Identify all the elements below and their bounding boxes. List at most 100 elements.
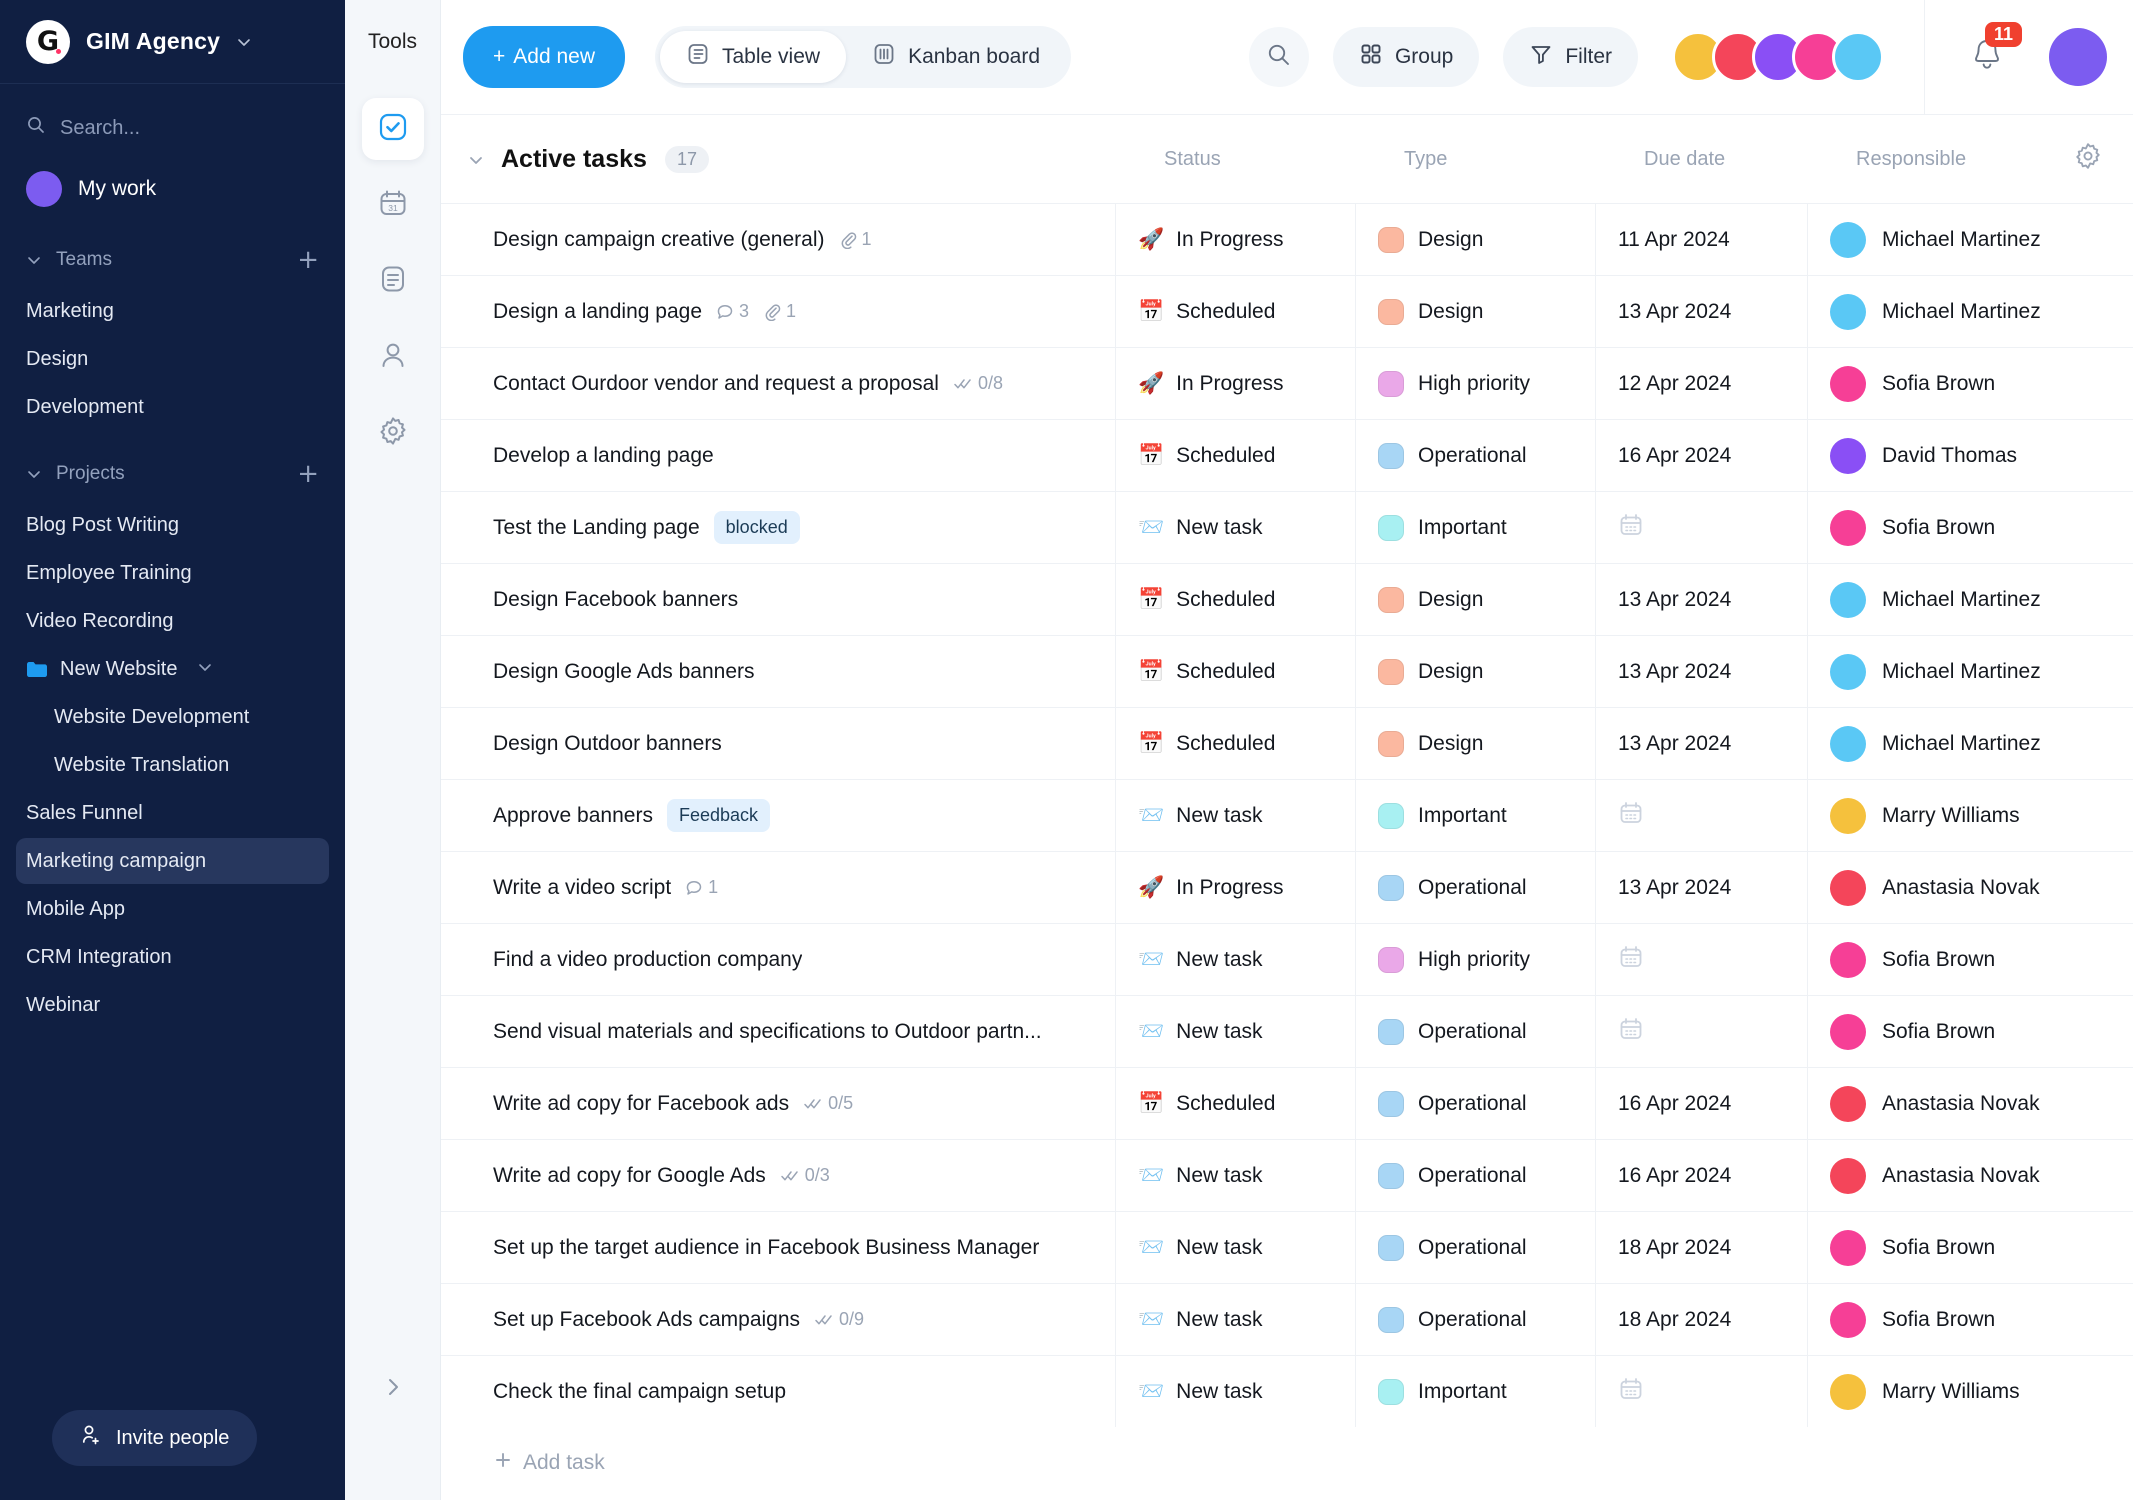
cell-task-name[interactable]: Write ad copy for Facebook ads 0/5 — [441, 1068, 1116, 1139]
sidebar-group-teams[interactable]: Teams + — [0, 234, 345, 286]
cell-responsible[interactable]: Michael Martinez — [1808, 204, 2133, 275]
sidebar-item-team[interactable]: Design — [16, 336, 329, 382]
table-row[interactable]: Design Google Ads banners 📅 Scheduled Desig… — [441, 635, 2133, 707]
table-row[interactable]: Contact Ourdoor vendor and request a pro… — [441, 347, 2133, 419]
cell-responsible[interactable]: Sofia Brown — [1808, 996, 2133, 1067]
cell-task-name[interactable]: Contact Ourdoor vendor and request a pro… — [441, 348, 1116, 419]
cell-responsible[interactable]: Michael Martinez — [1808, 636, 2133, 707]
cell-task-name[interactable]: Set up the target audience in Facebook B… — [441, 1212, 1116, 1283]
cell-type[interactable]: Design — [1356, 708, 1596, 779]
table-row[interactable]: Write ad copy for Google Ads 0/3 📨 New task… — [441, 1139, 2133, 1211]
cell-task-name[interactable]: Approve banners Feedback — [441, 780, 1116, 851]
cell-type[interactable]: Important — [1356, 1356, 1596, 1427]
cell-status[interactable]: 🚀 In Progress — [1116, 204, 1356, 275]
cell-due-date[interactable]: 13 Apr 2024 — [1596, 564, 1808, 635]
cell-responsible[interactable]: Sofia Brown — [1808, 1284, 2133, 1355]
table-row[interactable]: Set up the target audience in Facebook B… — [441, 1211, 2133, 1283]
sidebar-item-project[interactable]: Employee Training — [16, 550, 329, 596]
cell-responsible[interactable]: Michael Martinez — [1808, 276, 2133, 347]
cell-status[interactable]: 📅 Scheduled — [1116, 708, 1356, 779]
cell-due-date[interactable] — [1596, 780, 1808, 851]
rail-item-settings[interactable] — [362, 402, 424, 464]
table-row[interactable]: Send visual materials and specifications… — [441, 995, 2133, 1067]
cell-due-date[interactable] — [1596, 924, 1808, 995]
tab-kanban-board[interactable]: Kanban board — [846, 31, 1066, 83]
cell-task-name[interactable]: Set up Facebook Ads campaigns 0/9 — [441, 1284, 1116, 1355]
task-tag[interactable]: blocked — [713, 511, 800, 544]
cell-type[interactable]: Operational — [1356, 1284, 1596, 1355]
cell-status[interactable]: 📅 Scheduled — [1116, 276, 1356, 347]
table-row[interactable]: Design campaign creative (general) 1 🚀 In P… — [441, 203, 2133, 275]
table-row[interactable]: Develop a landing page 📅 Scheduled Operatio… — [441, 419, 2133, 491]
cell-type[interactable]: High priority — [1356, 924, 1596, 995]
table-row[interactable]: Write ad copy for Facebook ads 0/5 📅 Schedu… — [441, 1067, 2133, 1139]
calendar-empty-icon[interactable] — [1618, 512, 1644, 543]
cell-due-date[interactable] — [1596, 1356, 1808, 1427]
cell-task-name[interactable]: Check the final campaign setup — [441, 1356, 1116, 1427]
cell-status[interactable]: 📅 Scheduled — [1116, 636, 1356, 707]
tab-table-view[interactable]: Table view — [660, 31, 847, 83]
rail-item-documents[interactable] — [362, 250, 424, 312]
cell-responsible[interactable]: Michael Martinez — [1808, 708, 2133, 779]
cell-responsible[interactable]: Sofia Brown — [1808, 1212, 2133, 1283]
cell-status[interactable]: 📅 Scheduled — [1116, 1068, 1356, 1139]
cell-due-date[interactable]: 18 Apr 2024 — [1596, 1284, 1808, 1355]
table-row[interactable]: Set up Facebook Ads campaigns 0/9 📨 New tas… — [441, 1283, 2133, 1355]
sidebar-item-team[interactable]: Development — [16, 384, 329, 430]
search-button[interactable] — [1248, 27, 1309, 87]
profile-avatar[interactable] — [2049, 28, 2107, 86]
cell-status[interactable]: 📨 New task — [1116, 492, 1356, 563]
table-row[interactable]: Find a video production company 📨 New task… — [441, 923, 2133, 995]
sidebar-item-project[interactable]: CRM Integration — [16, 934, 329, 980]
cell-task-name[interactable]: Design Outdoor banners — [441, 708, 1116, 779]
sidebar-item-project[interactable]: Sales Funnel — [16, 790, 329, 836]
table-row[interactable]: Design Facebook banners 📅 Scheduled Design 1… — [441, 563, 2133, 635]
chevron-down-icon[interactable] — [467, 151, 483, 167]
table-row[interactable]: Test the Landing page blocked 📨 New task Imp… — [441, 491, 2133, 563]
cell-due-date[interactable]: 12 Apr 2024 — [1596, 348, 1808, 419]
cell-status[interactable]: 🚀 In Progress — [1116, 852, 1356, 923]
cell-task-name[interactable]: Develop a landing page — [441, 420, 1116, 491]
cell-responsible[interactable]: Michael Martinez — [1808, 564, 2133, 635]
cell-responsible[interactable]: Sofia Brown — [1808, 348, 2133, 419]
cell-due-date[interactable]: 16 Apr 2024 — [1596, 420, 1808, 491]
cell-responsible[interactable]: Sofia Brown — [1808, 924, 2133, 995]
sidebar-item-project[interactable]: Video Recording — [16, 598, 329, 644]
task-tag[interactable]: Feedback — [666, 799, 771, 832]
cell-task-name[interactable]: Write a video script 1 — [441, 852, 1116, 923]
cell-due-date[interactable]: 11 Apr 2024 — [1596, 204, 1808, 275]
cell-due-date[interactable] — [1596, 996, 1808, 1067]
cell-status[interactable]: 📨 New task — [1116, 1284, 1356, 1355]
cell-type[interactable]: Operational — [1356, 852, 1596, 923]
column-header-type[interactable]: Type — [1382, 148, 1622, 171]
sidebar-item-project[interactable]: Mobile App — [16, 886, 329, 932]
cell-responsible[interactable]: Marry Williams — [1808, 780, 2133, 851]
gear-icon[interactable] — [2073, 141, 2103, 177]
cell-status[interactable]: 📨 New task — [1116, 996, 1356, 1067]
cell-type[interactable]: Operational — [1356, 996, 1596, 1067]
cell-task-name[interactable]: Test the Landing page blocked — [441, 492, 1116, 563]
cell-status[interactable]: 📅 Scheduled — [1116, 420, 1356, 491]
cell-task-name[interactable]: Design Facebook banners — [441, 564, 1116, 635]
table-row[interactable]: Write a video script 1 🚀 In Progress Operati… — [441, 851, 2133, 923]
section-header[interactable]: Active tasks 17 — [467, 145, 1142, 174]
cell-type[interactable]: Important — [1356, 780, 1596, 851]
sidebar-item-project[interactable]: Marketing campaign — [16, 838, 329, 884]
cell-due-date[interactable]: 18 Apr 2024 — [1596, 1212, 1808, 1283]
chevron-down-icon[interactable] — [189, 658, 213, 681]
sidebar-group-projects[interactable]: Projects + — [0, 448, 345, 500]
sidebar-item-my-work[interactable]: My work — [16, 162, 329, 216]
cell-task-name[interactable]: Send visual materials and specifications… — [441, 996, 1116, 1067]
cell-responsible[interactable]: Anastasia Novak — [1808, 852, 2133, 923]
cell-type[interactable]: Design — [1356, 636, 1596, 707]
add-new-button[interactable]: + Add new — [463, 26, 625, 88]
notifications-button[interactable]: 11 — [1967, 21, 2023, 81]
cell-type[interactable]: Operational — [1356, 1212, 1596, 1283]
table-row[interactable]: Design a landing page 3 1 📅 Scheduled Design 1… — [441, 275, 2133, 347]
cell-status[interactable]: 📨 New task — [1116, 1356, 1356, 1427]
cell-status[interactable]: 📨 New task — [1116, 1140, 1356, 1211]
avatar[interactable] — [1832, 31, 1884, 83]
calendar-empty-icon[interactable] — [1618, 944, 1644, 975]
cell-status[interactable]: 📨 New task — [1116, 1212, 1356, 1283]
calendar-empty-icon[interactable] — [1618, 1016, 1644, 1047]
